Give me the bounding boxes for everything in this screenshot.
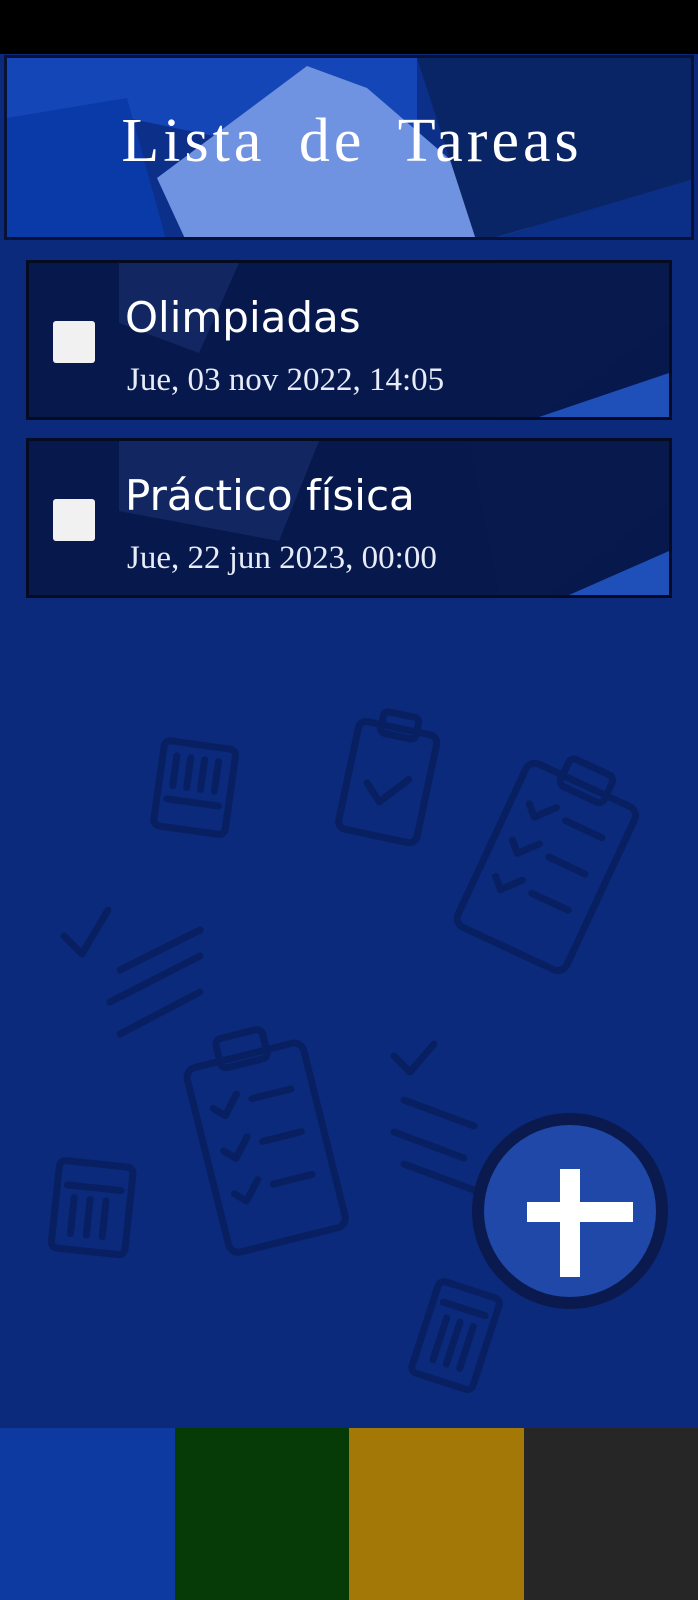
task-item[interactable]: Olimpiadas Jue, 03 nov 2022, 14:05 (26, 260, 672, 420)
task-checkbox[interactable] (53, 499, 95, 541)
schedule-card-icon-3 (408, 1278, 503, 1394)
add-task-button-face[interactable] (484, 1125, 656, 1297)
theme-swatch-green[interactable] (174, 1428, 349, 1600)
theme-color-bar (0, 1428, 698, 1600)
task-checkbox[interactable] (53, 321, 95, 363)
schedule-card-icon-2 (47, 1157, 137, 1259)
task-date: Jue, 22 jun 2023, 00:00 (127, 540, 437, 576)
task-title: Olimpiadas (125, 293, 361, 342)
theme-swatch-gold[interactable] (349, 1428, 524, 1600)
checklist-lines-icon (60, 906, 204, 1038)
checklist-lines-icon-2 (390, 1040, 478, 1194)
clipboard-check-icon (335, 708, 441, 847)
theme-swatch-blue[interactable] (0, 1428, 175, 1600)
theme-swatch-dark-gray[interactable] (523, 1428, 698, 1600)
task-item[interactable]: Práctico física Jue, 22 jun 2023, 00:00 (26, 438, 672, 598)
schedule-card-icon (150, 737, 240, 838)
task-date: Jue, 03 nov 2022, 14:05 (127, 362, 445, 398)
status-bar (0, 0, 698, 54)
page-title: Lista de Tareas (121, 107, 583, 175)
add-task-button[interactable] (472, 1113, 668, 1309)
clipboard-list-icon (453, 755, 639, 975)
task-title: Práctico física (125, 471, 415, 520)
plus-icon (527, 1202, 633, 1222)
plus-icon-vertical (560, 1169, 580, 1277)
app-screen: Lista de Tareas Olimpiadas Jue, 03 nov 2… (0, 0, 698, 1600)
app-header: Lista de Tareas (4, 55, 694, 240)
clipboard-list-icon-2 (183, 1026, 349, 1256)
